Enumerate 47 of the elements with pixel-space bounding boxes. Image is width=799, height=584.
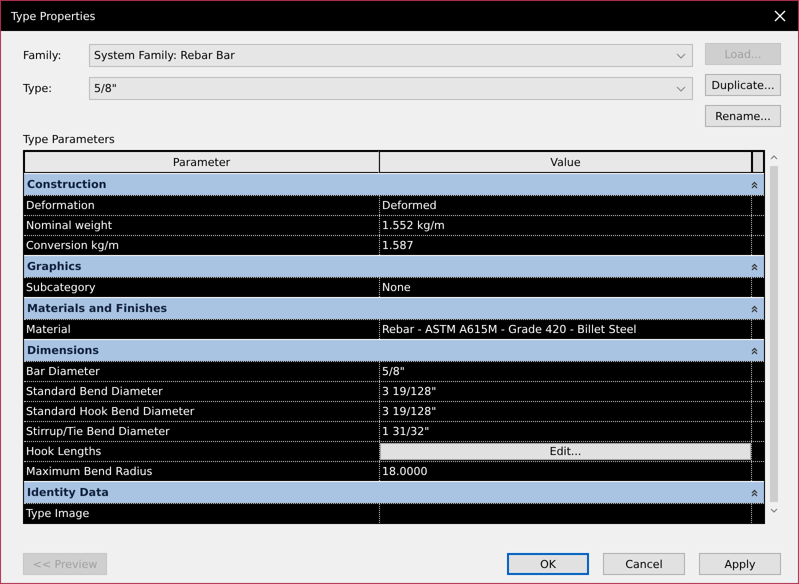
- type-dropdown[interactable]: 5/8": [89, 77, 693, 100]
- value-cell-text: Deformed: [381, 198, 438, 214]
- scroll-down-icon[interactable]: [770, 508, 778, 514]
- collapse-icon[interactable]: [751, 346, 758, 354]
- parameter-cell: Stirrup/Tie Bend Diameter: [24, 422, 380, 441]
- apply-button[interactable]: Apply: [699, 553, 781, 575]
- parameter-cell: Standard Hook Bend Diameter: [24, 402, 380, 421]
- ok-button[interactable]: OK: [507, 553, 589, 575]
- chevron-icon: [676, 86, 686, 92]
- collapse-icon[interactable]: [751, 488, 758, 496]
- value-cell-text: 18.0000: [381, 464, 428, 480]
- value-cell-text: 1.587: [381, 238, 414, 254]
- family-label: Family:: [23, 49, 62, 62]
- collapse-icon[interactable]: [751, 180, 758, 188]
- value-cell-text: Rebar - ASTM A615M - Grade 420 - Billet Steel: [381, 322, 638, 338]
- value-cell-text: None: [381, 280, 412, 296]
- type-label: Type:: [23, 82, 53, 95]
- scroll-up-icon[interactable]: [770, 154, 778, 160]
- parameter-cell: Type Image: [24, 504, 380, 523]
- duplicate-button[interactable]: Duplicate...: [705, 74, 781, 96]
- window-title: Type Properties: [11, 10, 96, 22]
- collapse-icon[interactable]: [751, 262, 758, 270]
- collapse-icon[interactable]: [751, 304, 758, 312]
- value-cell-text: 1 31/32": [381, 424, 430, 440]
- group-header[interactable]: Materials and Finishes: [24, 297, 764, 319]
- family-dropdown[interactable]: System Family: Rebar Bar: [89, 44, 693, 67]
- cancel-button[interactable]: Cancel: [603, 553, 685, 575]
- close-icon[interactable]: [774, 10, 786, 22]
- group-header[interactable]: Identity Data: [24, 481, 764, 503]
- chevron-icon: [676, 52, 686, 58]
- value-cell-text: 1.552 kg/m: [381, 218, 446, 234]
- column-header[interactable]: Parameter: [24, 151, 379, 173]
- parameter-cell: Bar Diameter: [24, 362, 380, 381]
- column-header[interactable]: Value: [379, 151, 752, 173]
- value-cell-text: 3 19/128": [381, 404, 438, 420]
- group-header[interactable]: Graphics: [24, 255, 764, 277]
- value-cell-text: 3 19/128": [381, 384, 438, 400]
- rename-button[interactable]: Rename...: [705, 105, 781, 127]
- parameter-cell: Standard Bend Diameter: [24, 382, 380, 401]
- value-cell-text: 5/8": [381, 364, 406, 380]
- parameter-cell: Nominal weight: [24, 216, 380, 235]
- section-label: Type Parameters: [23, 133, 116, 146]
- sort-button[interactable]: [752, 151, 764, 173]
- group-header[interactable]: Construction: [24, 173, 764, 195]
- group-header[interactable]: Dimensions: [24, 339, 764, 361]
- parameter-cell: Deformation: [24, 196, 380, 215]
- edit-button[interactable]: Edit...: [380, 443, 752, 460]
